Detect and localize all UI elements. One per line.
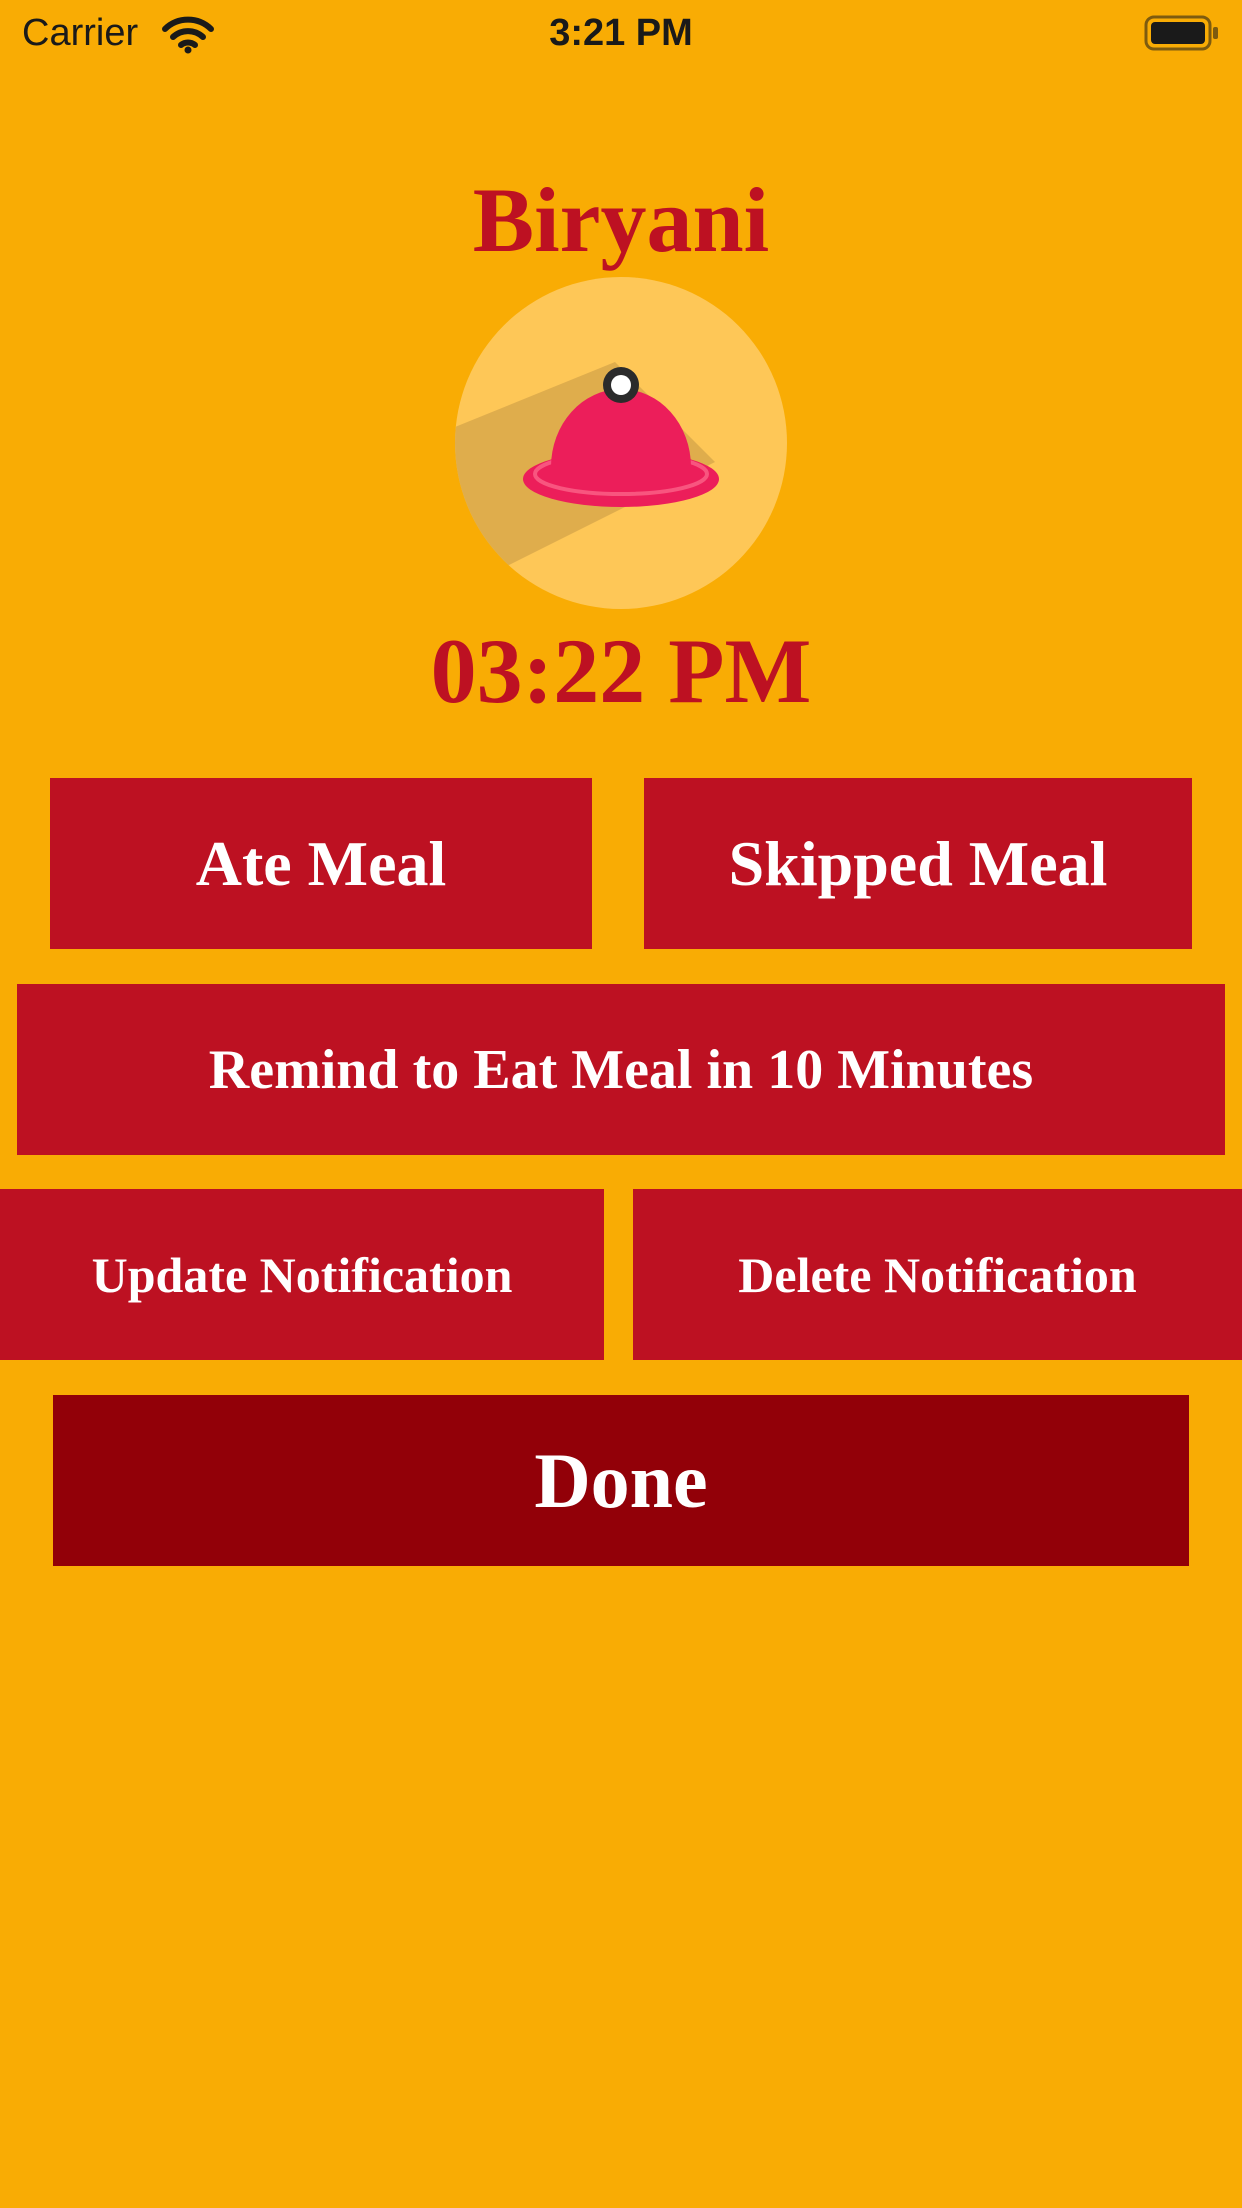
status-clock: 3:21 PM [549,12,693,54]
meal-time: 03:22 PM [430,620,812,722]
skipped-meal-button[interactable]: Skipped Meal [644,778,1192,949]
ate-meal-button[interactable]: Ate Meal [50,778,592,949]
battery-icon [1144,15,1218,51]
cloche-icon [455,277,787,609]
delete-notification-button[interactable]: Delete Notification [633,1189,1242,1360]
update-notification-button[interactable]: Update Notification [0,1189,604,1360]
done-button[interactable]: Done [53,1395,1189,1566]
status-bar: Carrier 3:21 PM [0,0,1242,66]
remind-later-button[interactable]: Remind to Eat Meal in 10 Minutes [17,984,1225,1155]
meal-title: Biryani [472,169,770,271]
